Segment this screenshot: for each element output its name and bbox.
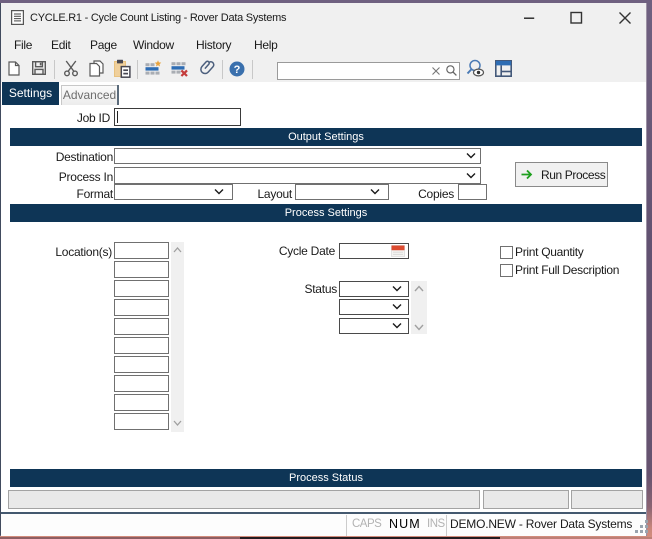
svg-text:?: ? [234, 64, 241, 76]
